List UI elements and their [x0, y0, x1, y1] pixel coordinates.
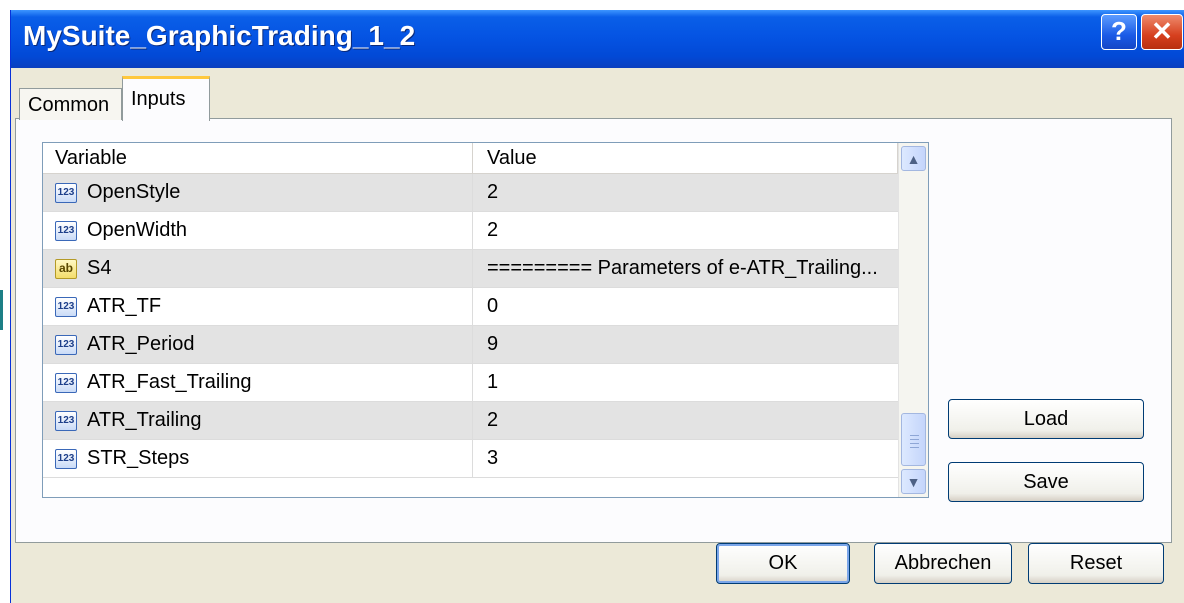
value-cell[interactable]: 0 — [473, 288, 898, 325]
variable-cell[interactable]: 123 ATR_TF — [43, 288, 473, 325]
grip-line — [910, 443, 919, 444]
load-button[interactable]: Load — [948, 399, 1144, 439]
variable-name: ATR_Trailing — [87, 409, 202, 431]
column-header-variable[interactable]: Variable — [43, 143, 473, 173]
integer-type-icon: 123 — [55, 183, 77, 203]
integer-type-icon: 123 — [55, 449, 77, 469]
save-button[interactable]: Save — [948, 462, 1144, 502]
value-cell[interactable]: 3 — [473, 440, 898, 477]
variable-name: ATR_Period — [87, 333, 195, 355]
variable-cell[interactable]: 123 ATR_Fast_Trailing — [43, 364, 473, 401]
value-cell[interactable]: 1 — [473, 364, 898, 401]
integer-type-icon: 123 — [55, 373, 77, 393]
inputs-grid: Variable Value 123 OpenStyle 2 123 OpenW… — [42, 142, 929, 498]
integer-type-icon: 123 — [55, 297, 77, 317]
variable-name: OpenStyle — [87, 181, 181, 203]
title-bar[interactable]: MySuite_GraphicTrading_1_2 ? ✕ — [11, 10, 1184, 68]
vertical-scrollbar[interactable]: ▲ ▼ — [898, 143, 928, 497]
scroll-up-icon[interactable]: ▲ — [901, 146, 926, 171]
variable-cell[interactable]: 123 OpenStyle — [43, 174, 473, 211]
variable-name: OpenWidth — [87, 219, 188, 241]
variable-name: S4 — [87, 257, 112, 279]
table-row[interactable]: 123 ATR_Period 9 — [43, 326, 898, 364]
variable-cell[interactable]: 123 ATR_Period — [43, 326, 473, 363]
reset-button[interactable]: Reset — [1028, 543, 1164, 584]
value-cell[interactable]: 2 — [473, 212, 898, 249]
tab-common[interactable]: Common — [19, 88, 122, 120]
variable-name: ATR_TF — [87, 295, 162, 317]
table-row[interactable]: 123 STR_Steps 3 — [43, 440, 898, 478]
grip-line — [910, 447, 919, 448]
help-button[interactable]: ? — [1101, 14, 1137, 50]
scrollbar-thumb[interactable] — [901, 413, 926, 466]
value-cell[interactable]: 2 — [473, 402, 898, 439]
table-row[interactable]: 123 OpenWidth 2 — [43, 212, 898, 250]
variable-name: ATR_Fast_Trailing — [87, 371, 252, 393]
grip-line — [910, 439, 919, 440]
variable-cell[interactable]: 123 STR_Steps — [43, 440, 473, 477]
grid-header: Variable Value — [43, 143, 898, 174]
string-type-icon: ab — [55, 259, 77, 279]
variable-name: STR_Steps — [87, 447, 190, 469]
scroll-down-icon[interactable]: ▼ — [901, 469, 926, 494]
column-header-value[interactable]: Value — [473, 143, 898, 173]
desktop-marker — [0, 290, 3, 330]
table-row[interactable]: 123 ATR_Fast_Trailing 1 — [43, 364, 898, 402]
value-cell[interactable]: 2 — [473, 174, 898, 211]
variable-cell[interactable]: ab S4 — [43, 250, 473, 287]
cancel-button[interactable]: Abbrechen — [874, 543, 1012, 584]
value-cell[interactable]: 9 — [473, 326, 898, 363]
window-title: MySuite_GraphicTrading_1_2 — [23, 20, 416, 51]
variable-cell[interactable]: 123 ATR_Trailing — [43, 402, 473, 439]
close-button[interactable]: ✕ — [1141, 14, 1183, 50]
table-row[interactable]: ab S4 ========= Parameters of e-ATR_Trai… — [43, 250, 898, 288]
integer-type-icon: 123 — [55, 335, 77, 355]
grip-line — [910, 435, 919, 436]
table-row[interactable]: 123 OpenStyle 2 — [43, 174, 898, 212]
integer-type-icon: 123 — [55, 411, 77, 431]
grid-rows: 123 OpenStyle 2 123 OpenWidth 2 ab S4 ==… — [43, 174, 898, 478]
variable-cell[interactable]: 123 OpenWidth — [43, 212, 473, 249]
table-row[interactable]: 123 ATR_TF 0 — [43, 288, 898, 326]
value-cell[interactable]: ========= Parameters of e-ATR_Trailing..… — [473, 250, 898, 287]
tab-inputs[interactable]: Inputs — [122, 76, 210, 121]
ok-button[interactable]: OK — [716, 543, 850, 584]
table-row[interactable]: 123 ATR_Trailing 2 — [43, 402, 898, 440]
integer-type-icon: 123 — [55, 221, 77, 241]
